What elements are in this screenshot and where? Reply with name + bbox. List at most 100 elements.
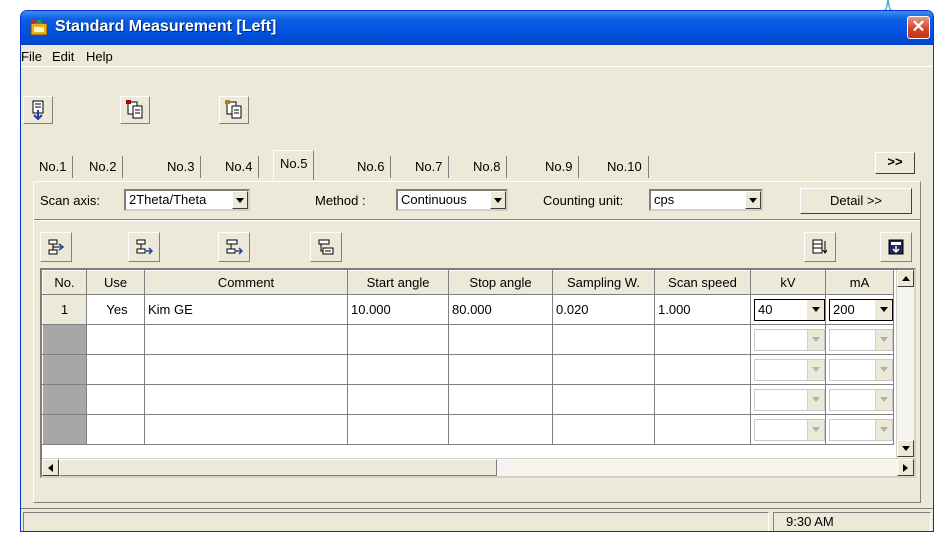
table-row[interactable] [42, 354, 894, 385]
use-cell[interactable] [86, 354, 145, 385]
comment-cell[interactable]: Kim GE [144, 294, 348, 325]
chevron-down-icon[interactable] [875, 419, 892, 440]
scan-axis-select[interactable]: 2Theta/Theta [124, 189, 250, 211]
table-row[interactable] [42, 324, 894, 355]
more-tabs-button[interactable]: >> [875, 152, 915, 174]
chevron-down-icon[interactable] [807, 389, 824, 410]
col-sampling-width[interactable]: Sampling W. [552, 270, 655, 295]
tab-no8[interactable]: No.8 [467, 156, 508, 178]
kv-select[interactable]: 40 [754, 298, 825, 321]
chevron-down-icon[interactable] [807, 419, 824, 440]
method-select[interactable]: Continuous [396, 189, 508, 211]
col-start-angle[interactable]: Start angle [347, 270, 449, 295]
tab-no3[interactable]: No.3 [161, 156, 202, 178]
use-cell[interactable] [86, 384, 145, 415]
row-number[interactable] [42, 384, 87, 415]
stop-angle-cell[interactable]: 80.000 [448, 294, 553, 325]
row-number[interactable] [42, 414, 87, 445]
stop-angle-cell[interactable] [448, 324, 553, 355]
chevron-down-icon[interactable] [807, 329, 824, 350]
tab-no7[interactable]: No.7 [409, 156, 450, 178]
col-use[interactable]: Use [86, 270, 145, 295]
kv-select[interactable] [754, 328, 825, 351]
kv-cell[interactable] [750, 414, 826, 445]
kv-cell[interactable] [750, 384, 826, 415]
sampling-width-cell[interactable] [552, 324, 655, 355]
chevron-down-icon[interactable] [875, 389, 892, 410]
tab-no6[interactable]: No.6 [351, 156, 392, 178]
menu-file[interactable]: File [21, 49, 42, 64]
col-comment[interactable]: Comment [144, 270, 348, 295]
scan-speed-cell[interactable] [654, 414, 751, 445]
scroll-down-button[interactable] [897, 440, 914, 457]
stop-angle-cell[interactable] [448, 354, 553, 385]
ma-select[interactable] [829, 358, 893, 381]
menu-help[interactable]: Help [86, 49, 113, 64]
menu-edit[interactable]: Edit [52, 49, 74, 64]
table-row[interactable] [42, 384, 894, 415]
tab-no5[interactable]: No.5 [273, 150, 315, 180]
comment-cell[interactable] [144, 414, 348, 445]
row-number[interactable] [42, 324, 87, 355]
ma-select[interactable] [829, 418, 893, 441]
comment-cell[interactable] [144, 324, 348, 355]
chevron-down-icon[interactable] [875, 299, 892, 320]
tab-no10[interactable]: No.10 [601, 156, 649, 178]
download-button[interactable] [880, 232, 912, 262]
paste-condition-button[interactable] [219, 96, 249, 124]
scan-speed-cell[interactable] [654, 384, 751, 415]
ma-cell[interactable] [825, 324, 894, 355]
close-button[interactable]: ✕ [907, 16, 930, 39]
title-bar[interactable]: Standard Measurement [Left] ✕ [21, 11, 933, 45]
measure-button[interactable] [23, 96, 53, 124]
copy-row-button[interactable] [218, 232, 250, 262]
kv-cell[interactable] [750, 324, 826, 355]
horizontal-scroll-thumb[interactable] [59, 459, 497, 476]
vertical-scrollbar[interactable] [896, 270, 914, 458]
use-cell[interactable] [86, 414, 145, 445]
col-stop-angle[interactable]: Stop angle [448, 270, 553, 295]
sort-button[interactable] [804, 232, 836, 262]
chevron-down-icon[interactable] [875, 329, 892, 350]
start-angle-cell[interactable] [347, 414, 449, 445]
kv-select[interactable] [754, 388, 825, 411]
chevron-down-icon[interactable] [745, 191, 761, 209]
detail-button[interactable]: Detail >> [800, 188, 912, 214]
tab-no9[interactable]: No.9 [539, 156, 580, 178]
start-angle-cell[interactable]: 10.000 [347, 294, 449, 325]
kv-cell[interactable] [750, 354, 826, 385]
kv-select[interactable] [754, 418, 825, 441]
copy-condition-button[interactable] [120, 96, 150, 124]
insert-row-button[interactable] [40, 232, 72, 262]
row-number[interactable]: 1 [42, 294, 87, 325]
ma-cell[interactable] [825, 414, 894, 445]
comment-cell[interactable] [144, 354, 348, 385]
tab-no2[interactable]: No.2 [83, 156, 124, 178]
chevron-down-icon[interactable] [232, 191, 248, 209]
sampling-width-cell[interactable]: 0.020 [552, 294, 655, 325]
chevron-down-icon[interactable] [490, 191, 506, 209]
ma-select[interactable] [829, 388, 893, 411]
scroll-right-button[interactable] [897, 459, 914, 476]
use-cell[interactable]: Yes [86, 294, 145, 325]
stop-angle-cell[interactable] [448, 384, 553, 415]
ma-select[interactable] [829, 328, 893, 351]
ma-cell[interactable]: 200 [825, 294, 894, 325]
scan-speed-cell[interactable] [654, 354, 751, 385]
kv-select[interactable] [754, 358, 825, 381]
col-kv[interactable]: kV [750, 270, 826, 295]
ma-select[interactable]: 200 [829, 298, 893, 321]
start-angle-cell[interactable] [347, 354, 449, 385]
comment-cell[interactable] [144, 384, 348, 415]
scroll-left-button[interactable] [42, 459, 59, 476]
sampling-width-cell[interactable] [552, 354, 655, 385]
use-cell[interactable] [86, 324, 145, 355]
chevron-down-icon[interactable] [807, 359, 824, 380]
scan-speed-cell[interactable] [654, 324, 751, 355]
col-scan-speed[interactable]: Scan speed [654, 270, 751, 295]
table-row[interactable]: 1 Yes Kim GE 10.000 80.000 0.020 1.000 4… [42, 294, 894, 325]
table-row[interactable] [42, 414, 894, 445]
sampling-width-cell[interactable] [552, 414, 655, 445]
horizontal-scrollbar[interactable] [42, 458, 914, 476]
ma-cell[interactable] [825, 384, 894, 415]
